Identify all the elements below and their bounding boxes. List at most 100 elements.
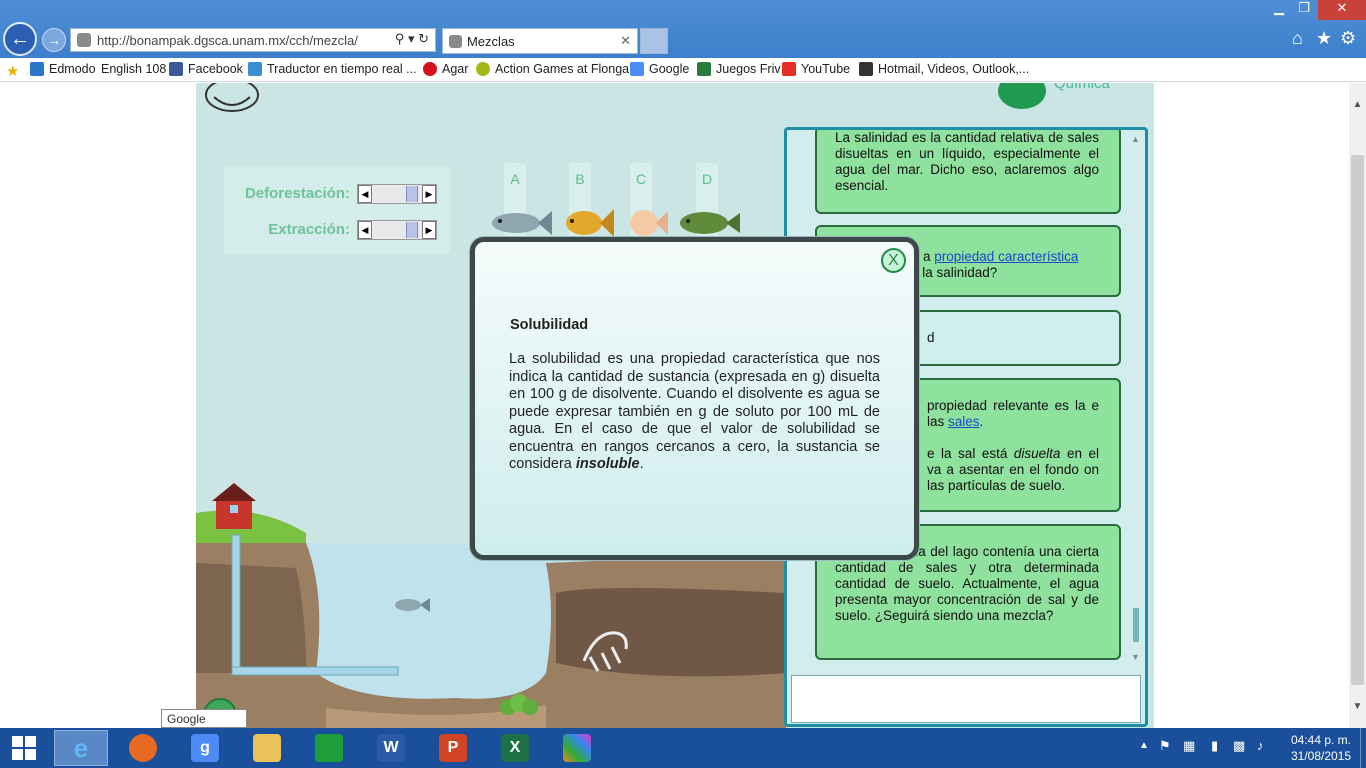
controls-panel: Deforestación: ◀ ▶ Extracción: ◀ ▶ — [224, 166, 450, 254]
add-favorite-icon[interactable]: ★ — [6, 62, 19, 80]
favorite-edmodo[interactable]: Edmodo — [30, 62, 96, 76]
taskbar-store[interactable] — [302, 730, 356, 766]
taskbar-paint[interactable] — [550, 730, 604, 766]
youtube-icon — [782, 62, 796, 76]
show-desktop-button[interactable] — [1360, 728, 1366, 768]
taskbar-firefox[interactable] — [116, 730, 170, 766]
slider-left-arrow-icon[interactable]: ◀ — [358, 185, 372, 203]
favorite-google[interactable]: Google — [630, 62, 689, 76]
taskbar-file-explorer[interactable] — [240, 730, 294, 766]
friv-icon — [697, 62, 711, 76]
fish-a-icon[interactable] — [486, 201, 556, 241]
flonga-icon — [476, 62, 490, 76]
slider-right-arrow-icon[interactable]: ▶ — [422, 185, 436, 203]
flag-icon[interactable]: ⚑ — [1159, 738, 1171, 754]
favorite-hotmail[interactable]: Hotmail, Videos, Outlook,... — [859, 62, 1029, 76]
deforestation-label: Deforestación: — [244, 185, 350, 202]
refresh-icon[interactable]: ↻ — [418, 31, 429, 46]
slider-right-arrow-icon[interactable]: ▶ — [422, 221, 436, 239]
scroll-down-icon[interactable]: ▼ — [1349, 701, 1366, 712]
hotmail-icon — [859, 62, 873, 76]
forward-button[interactable]: → — [42, 28, 66, 52]
sales-link[interactable]: sales — [948, 414, 980, 429]
deforestation-slider[interactable]: ◀ ▶ — [357, 184, 437, 204]
extraction-slider[interactable]: ◀ ▶ — [357, 220, 437, 240]
home-icon[interactable]: ⌂ — [1292, 28, 1303, 49]
chat-scroll-thumb[interactable] — [1133, 608, 1139, 642]
tab-title: Mezclas — [467, 34, 515, 49]
taskbar-google[interactable]: g — [178, 730, 232, 766]
close-window-button[interactable]: ✕ — [1318, 0, 1366, 20]
modal-close-button[interactable]: X — [881, 248, 906, 273]
chat-input[interactable] — [791, 675, 1141, 723]
internet-explorer-icon: e — [73, 732, 89, 763]
volume-icon[interactable]: ♪ — [1257, 738, 1264, 753]
settings-gear-icon[interactable]: ⚙ — [1340, 28, 1356, 49]
plant-icon — [500, 694, 538, 715]
taskbar-excel[interactable]: X — [488, 730, 542, 766]
fish-b-icon[interactable] — [558, 201, 618, 241]
dropdown-icon[interactable]: ▾ — [408, 31, 415, 46]
property-link[interactable]: propiedad característica — [934, 249, 1078, 264]
excel-icon: X — [501, 734, 529, 762]
favorite-action-games[interactable]: Action Games at Flonga — [476, 62, 629, 76]
slider-left-arrow-icon[interactable]: ◀ — [358, 221, 372, 239]
favorite-youtube[interactable]: YouTube — [782, 62, 850, 76]
folder-icon — [253, 734, 281, 762]
signal-icon[interactable]: ▩ — [1233, 738, 1245, 754]
windows-taskbar: e g W P X ▲ ⚑ ▦ ▮ ▩ ♪ 04:44 p. m. 31/08/… — [0, 728, 1366, 768]
clock[interactable]: 04:44 p. m. 31/08/2015 — [1286, 732, 1356, 764]
new-tab-button[interactable] — [640, 28, 668, 54]
page-viewport: Química Deforestación: ◀ ▶ Extracción: ◀… — [0, 83, 1349, 728]
fish-label-a: A — [510, 171, 520, 187]
clock-time: 04:44 p. m. — [1290, 733, 1352, 747]
windows-logo-icon — [12, 736, 36, 760]
favorite-agar[interactable]: Agar — [423, 62, 468, 76]
translator-icon — [248, 62, 262, 76]
site-favicon-icon — [77, 33, 91, 47]
taskbar-word[interactable]: W — [364, 730, 418, 766]
network-icon[interactable]: ▦ — [1183, 738, 1195, 754]
fish-c-icon[interactable] — [622, 201, 672, 241]
page-scrollbar[interactable]: ▲ ▼ — [1349, 83, 1366, 728]
fish-label-c: C — [635, 171, 647, 187]
start-button[interactable] — [0, 730, 48, 766]
tab-mezclas[interactable]: Mezclas ✕ — [442, 28, 638, 54]
show-hidden-icons-icon[interactable]: ▲ — [1139, 740, 1149, 751]
slider-thumb[interactable] — [406, 186, 418, 202]
chat-scrollbar[interactable]: ▲ ▼ — [1129, 134, 1143, 664]
fish-label-d: D — [701, 171, 713, 187]
agar-icon — [423, 62, 437, 76]
modal-title: Solubilidad — [510, 317, 589, 333]
minimize-button[interactable]: ▁ — [1268, 0, 1290, 20]
paint-icon — [563, 734, 591, 762]
scroll-up-icon[interactable]: ▲ — [1131, 134, 1140, 144]
scroll-down-icon[interactable]: ▼ — [1131, 652, 1140, 662]
address-bar[interactable]: http://bonampak.dgsca.unam.mx/cch/mezcla… — [70, 28, 436, 52]
tab-favicon-icon — [449, 35, 462, 48]
modal-body: La solubilidad es una propiedad caracter… — [509, 351, 880, 472]
favorite-juegos-friv[interactable]: Juegos Friv — [697, 62, 781, 76]
search-icon[interactable]: ⚲ — [395, 31, 405, 46]
fish-d-icon[interactable] — [678, 201, 744, 241]
google-icon — [630, 62, 644, 76]
clock-date: 31/08/2015 — [1290, 749, 1352, 763]
favorites-star-icon[interactable]: ★ — [1316, 28, 1332, 49]
app-header-text: Química — [1054, 83, 1110, 92]
favorite-english-108[interactable]: English 108 — [101, 62, 166, 76]
favorite-facebook[interactable]: Facebook — [169, 62, 243, 76]
battery-icon[interactable]: ▮ — [1211, 738, 1218, 754]
maximize-button[interactable]: ❐ — [1292, 0, 1316, 20]
extraction-label: Extracción: — [268, 221, 350, 238]
favorites-bar: ★ Edmodo English 108 Facebook Traductor … — [0, 58, 1366, 82]
taskbar-internet-explorer[interactable]: e — [54, 730, 108, 766]
browser-titlebar: ← → http://bonampak.dgsca.unam.mx/cch/me… — [0, 0, 1366, 58]
scroll-up-icon[interactable]: ▲ — [1349, 99, 1366, 110]
back-button[interactable]: ← — [3, 22, 37, 56]
tab-close-icon[interactable]: ✕ — [620, 33, 631, 49]
slider-thumb[interactable] — [406, 222, 418, 238]
page-scroll-thumb[interactable] — [1351, 155, 1364, 685]
edmodo-icon — [30, 62, 44, 76]
favorite-traductor[interactable]: Traductor en tiempo real ... — [248, 62, 417, 76]
taskbar-powerpoint[interactable]: P — [426, 730, 480, 766]
